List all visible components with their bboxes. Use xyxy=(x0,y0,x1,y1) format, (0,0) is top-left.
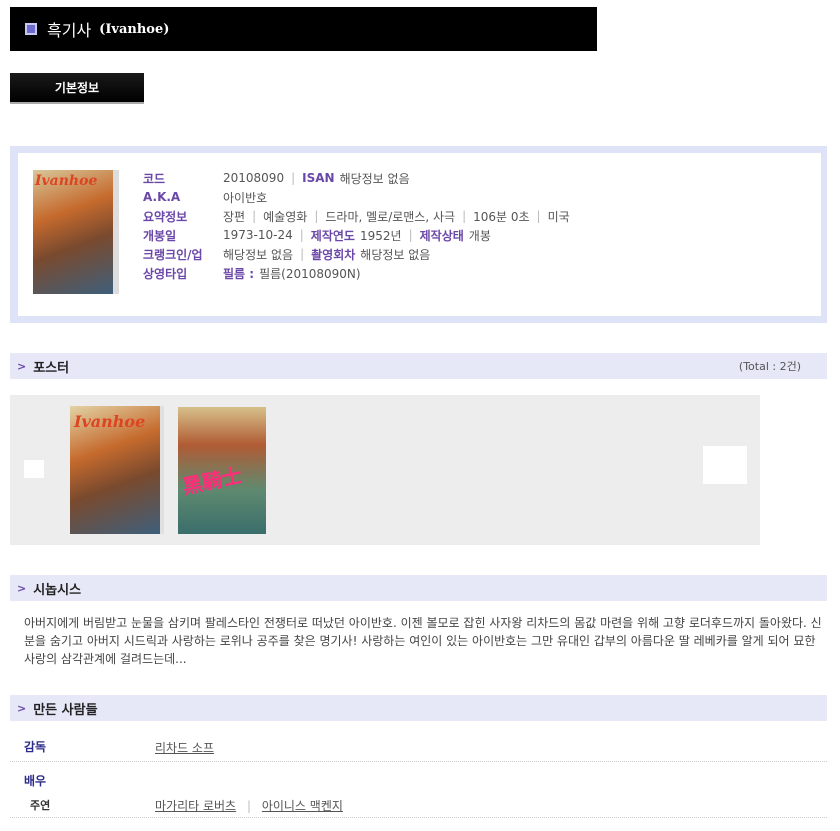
actor-link[interactable]: 마가리타 로버츠 xyxy=(155,799,236,813)
info-row-release: 개봉일 1973-10-24 | 제작연도 1952년 | 제작상태 개봉 xyxy=(143,226,491,244)
chevron-right-icon: > xyxy=(17,581,27,595)
poster-thumbnail[interactable]: 黑騎士 xyxy=(178,407,266,534)
prod-year-value: 1952년 xyxy=(359,228,402,243)
crankin-value: 해당정보 없음 xyxy=(223,247,294,262)
summary-item: 106분 0초 xyxy=(473,209,530,224)
synopsis-section-header: > 시놉시스 xyxy=(10,575,827,601)
chevron-right-icon: > xyxy=(17,359,27,373)
poster-thumbnail-title: Ivanhoe xyxy=(74,412,146,431)
divider xyxy=(10,817,827,818)
synopsis-text: 아버지에게 버림받고 눈물을 삼키며 팔레스타인 전쟁터로 떠났던 아이반호. … xyxy=(24,616,822,666)
prod-year-label: 제작연도 xyxy=(310,228,355,243)
lead-actors: 마가리타 로버츠 | 아이니스 맥켄지 xyxy=(155,797,343,814)
prod-status-label: 제작상태 xyxy=(419,228,464,243)
separator: | xyxy=(246,799,251,813)
poster-thumbnail-title: 黑騎士 xyxy=(180,462,245,499)
credits-section-title: 만든 사람들 xyxy=(33,702,98,718)
info-row-crankin: 크랭크인/업 해당정보 없음 | 촬영회차 해당정보 없음 xyxy=(143,245,430,263)
info-row-aka: A.K.A 아이반호 xyxy=(143,188,267,206)
isan-label: ISAN xyxy=(302,171,335,185)
title-bar: 흑기사 (Ivanhoe) xyxy=(10,7,597,51)
page-title: 흑기사 xyxy=(47,21,92,40)
actor-link[interactable]: 아이니스 맥켄지 xyxy=(262,799,343,813)
info-poster-title: Ivanhoe xyxy=(35,173,98,189)
aka-label: A.K.A xyxy=(143,190,181,204)
release-value: 1973-10-24 xyxy=(223,228,293,242)
code-label: 코드 xyxy=(143,171,166,186)
info-row-summary: 요약정보 장편 | 예술영화 | 드라마, 멜로/로맨스, 사극 | 106분 … xyxy=(143,207,570,225)
director-name[interactable]: 리차드 소프 xyxy=(155,741,214,755)
actor-label: 배우 xyxy=(24,774,47,788)
summary-item: 드라마, 멜로/로맨스, 사극 xyxy=(325,209,456,224)
prod-status-value: 개봉 xyxy=(468,228,491,243)
director-name-link[interactable]: 리차드 소프 xyxy=(155,739,214,756)
director-label: 감독 xyxy=(24,740,47,754)
shoot-count-label: 촬영회차 xyxy=(311,247,356,262)
poster-total-count: (Total : 2건) xyxy=(738,360,801,373)
separator: | xyxy=(314,209,319,223)
info-poster-image[interactable]: Ivanhoe xyxy=(33,170,119,294)
info-row-screen-type: 상영타입 필름 : 필름(20108090N) xyxy=(143,264,361,282)
synopsis-section-title: 시놉시스 xyxy=(33,582,82,598)
separator: | xyxy=(536,209,541,223)
separator: | xyxy=(252,209,257,223)
shoot-count-value: 해당정보 없음 xyxy=(360,247,431,262)
summary-item: 장편 xyxy=(223,209,246,224)
separator: | xyxy=(300,247,305,261)
square-bullet-icon xyxy=(25,23,37,35)
tab-basic-info[interactable]: 기본정보 xyxy=(10,73,144,104)
poster-thumbnail[interactable]: Ivanhoe xyxy=(70,406,164,534)
poster-section-header: > 포스터 (Total : 2건) xyxy=(10,353,827,379)
poster-section-title: 포스터 xyxy=(33,360,70,376)
aka-value: 아이반호 xyxy=(223,190,268,205)
screen-type-label: 상영타입 xyxy=(143,266,188,281)
separator: | xyxy=(408,228,413,242)
page-subtitle: (Ivanhoe) xyxy=(99,21,170,37)
summary-label: 요약정보 xyxy=(143,209,188,224)
divider xyxy=(10,761,827,762)
gallery-prev-button[interactable] xyxy=(24,460,44,478)
summary-item: 예술영화 xyxy=(263,209,308,224)
film-value: 필름(20108090N) xyxy=(259,266,361,281)
gallery-next-button[interactable] xyxy=(703,446,747,484)
info-row-code: 코드 20108090 | ISAN 해당정보 없음 xyxy=(143,169,410,187)
release-label: 개봉일 xyxy=(143,228,177,243)
lead-label: 주연 xyxy=(30,799,51,812)
separator: | xyxy=(291,171,296,185)
credits-section-header: > 만든 사람들 xyxy=(10,695,827,721)
crankin-label: 크랭크인/업 xyxy=(143,247,203,262)
code-value: 20108090 xyxy=(223,171,285,185)
chevron-right-icon: > xyxy=(17,701,27,715)
isan-value: 해당정보 없음 xyxy=(339,171,410,186)
separator: | xyxy=(462,209,467,223)
summary-item: 미국 xyxy=(547,209,570,224)
separator: | xyxy=(299,228,304,242)
film-label: 필름 : xyxy=(223,266,255,281)
